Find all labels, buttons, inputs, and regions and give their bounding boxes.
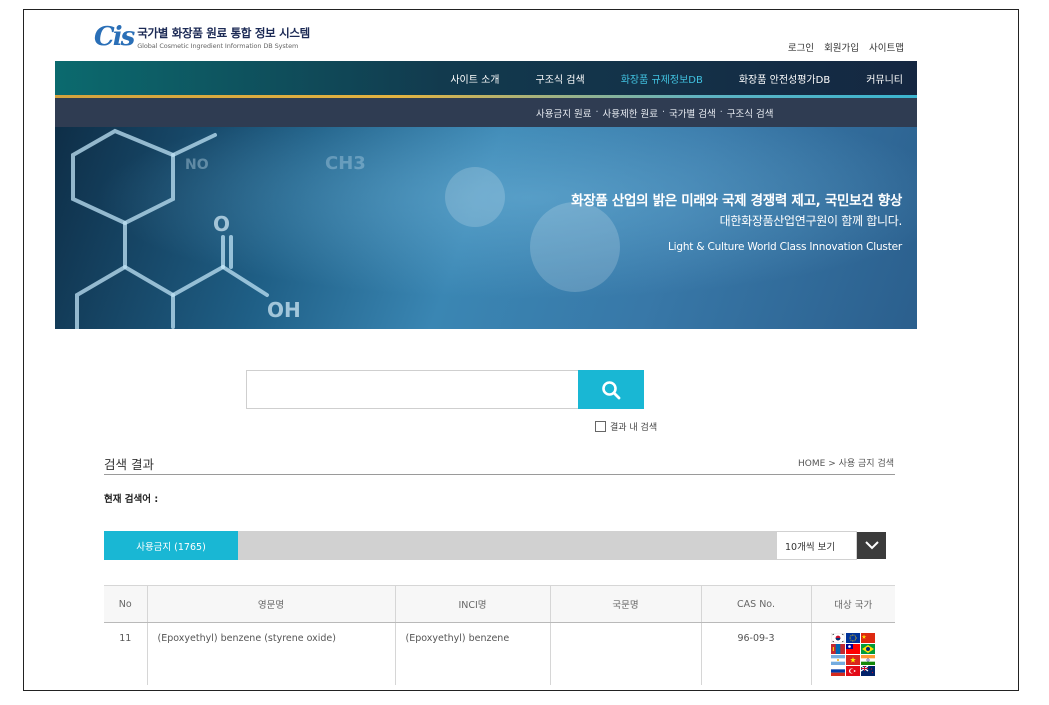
nav-item-about[interactable]: 사이트 소개 bbox=[450, 71, 499, 86]
hero-headline: 화장품 산업의 밝은 미래와 국제 경쟁력 제고, 국민보건 향상 bbox=[571, 193, 902, 209]
site-logo[interactable]: Cis 국가별 화장품 원료 통합 정보 시스템 Global Cosmetic… bbox=[94, 24, 310, 50]
col-no: No bbox=[104, 585, 148, 623]
nav-item-community[interactable]: 커뮤니티 bbox=[866, 71, 903, 86]
korea-flag-icon bbox=[831, 633, 846, 643]
cell-no: 11 bbox=[104, 622, 148, 685]
table-row[interactable]: 11 (Epoxyethyl) benzene (styrene oxide) … bbox=[104, 622, 895, 685]
search-button[interactable] bbox=[578, 370, 644, 409]
nav-item-safety-db[interactable]: 화장품 안전성평가DB bbox=[739, 71, 830, 86]
vietnam-flag-icon bbox=[846, 655, 861, 665]
subnav-separator: · bbox=[661, 107, 665, 118]
main-nav: 사이트 소개 구조식 검색 화장품 규제정보DB 화장품 안전성평가DB 커뮤니… bbox=[55, 61, 917, 97]
subnav-item-restricted[interactable]: 사용제한 원료 bbox=[603, 106, 658, 120]
col-inci-name: INCI명 bbox=[395, 585, 551, 623]
argentina-flag-icon bbox=[831, 655, 846, 665]
utility-nav: 로그인 회원가입 사이트맵 bbox=[788, 40, 904, 54]
subnav-item-country-search[interactable]: 국가별 검색 bbox=[669, 106, 716, 120]
table-header-row: No 영문명 INCI명 국문명 CAS No. 대상 국가 bbox=[104, 585, 895, 623]
svg-text:CH3: CH3 bbox=[325, 153, 366, 174]
hero-text: 화장품 산업의 밝은 미래와 국제 경쟁력 제고, 국민보건 향상 대한화장품산… bbox=[571, 189, 902, 253]
logo-title: 국가별 화장품 원료 통합 정보 시스템 bbox=[137, 25, 310, 40]
current-search-term-label: 현재 검색어 : bbox=[104, 494, 159, 505]
nav-item-structure-search[interactable]: 구조식 검색 bbox=[536, 71, 585, 86]
col-english-name: 영문명 bbox=[147, 585, 396, 623]
login-link[interactable]: 로그인 bbox=[788, 40, 814, 54]
turkey-flag-icon bbox=[846, 666, 861, 676]
search-in-results-label: 결과 내 검색 bbox=[610, 423, 658, 433]
search-in-results: 결과 내 검색 bbox=[595, 420, 657, 433]
col-target-country: 대상 국가 bbox=[811, 585, 895, 623]
per-page-dropdown-button[interactable] bbox=[857, 532, 886, 559]
russia-flag-icon bbox=[831, 666, 846, 676]
result-tab-bar: 사용금지 (1765) bbox=[104, 531, 776, 560]
cell-korean-name bbox=[550, 622, 702, 685]
logo-subtitle: Global Cosmetic Ingredient Information D… bbox=[137, 41, 299, 50]
svg-text:O: O bbox=[213, 212, 230, 236]
hero-slogan: Light & Culture World Class Innovation C… bbox=[667, 241, 902, 253]
results-title: 검색 결과 bbox=[104, 457, 154, 472]
search-input[interactable] bbox=[246, 370, 578, 409]
nav-item-regulation-db[interactable]: 화장품 규제정보DB bbox=[621, 71, 703, 86]
brazil-flag-icon bbox=[861, 644, 876, 654]
signup-link[interactable]: 회원가입 bbox=[824, 40, 859, 54]
page-frame: Cis 국가별 화장품 원료 통합 정보 시스템 Global Cosmetic… bbox=[23, 9, 1019, 691]
india-flag-icon bbox=[861, 655, 876, 665]
tab-prohibited[interactable]: 사용금지 (1765) bbox=[104, 531, 238, 560]
chevron-down-icon bbox=[864, 541, 879, 550]
col-korean-name: 국문명 bbox=[550, 585, 702, 623]
results-table: No 영문명 INCI명 국문명 CAS No. 대상 국가 11 (Epoxy… bbox=[104, 585, 895, 685]
china-flag-icon bbox=[861, 633, 876, 643]
per-page-select[interactable]: 10개씩 보기 bbox=[776, 531, 857, 560]
subnav-separator: · bbox=[719, 107, 723, 118]
eu-flag-icon bbox=[846, 633, 861, 643]
hero-subline: 대한화장품산업연구원이 함께 합니다. bbox=[719, 214, 903, 228]
new-zealand-flag-icon bbox=[861, 666, 876, 676]
svg-text:OH: OH bbox=[267, 298, 301, 322]
subnav-item-prohibited[interactable]: 사용금지 원료 bbox=[536, 106, 591, 120]
cell-english-name[interactable]: (Epoxyethyl) benzene (styrene oxide) bbox=[147, 622, 396, 685]
col-cas-no: CAS No. bbox=[701, 585, 812, 623]
sub-nav: 사용금지 원료 · 사용제한 원료 · 국가별 검색 · 구조식 검색 bbox=[55, 98, 917, 127]
svg-text:NO: NO bbox=[185, 157, 209, 173]
search-icon bbox=[602, 380, 621, 399]
results-divider bbox=[104, 474, 895, 475]
country-flags bbox=[812, 633, 896, 676]
cell-target-countries bbox=[811, 623, 895, 685]
cell-cas-no: 96-09-3 bbox=[701, 622, 812, 685]
subnav-item-structure-search[interactable]: 구조식 검색 bbox=[727, 106, 774, 120]
logo-text: 국가별 화장품 원료 통합 정보 시스템 Global Cosmetic Ing… bbox=[137, 25, 310, 50]
breadcrumb[interactable]: HOME > 사용 금지 검색 bbox=[798, 456, 894, 469]
taiwan-flag-icon bbox=[846, 644, 861, 654]
logo-mark: Cis bbox=[94, 22, 135, 52]
sitemap-link[interactable]: 사이트맵 bbox=[869, 40, 904, 54]
search-in-results-checkbox[interactable] bbox=[595, 421, 606, 432]
subnav-separator: · bbox=[595, 107, 599, 118]
mongolia-flag-icon bbox=[831, 644, 846, 654]
hero-banner: O OH NO CH3 화장품 산업의 밝은 미래와 국제 경쟁력 제고, 국민… bbox=[55, 127, 917, 329]
cell-inci-name: (Epoxyethyl) benzene bbox=[395, 622, 551, 685]
